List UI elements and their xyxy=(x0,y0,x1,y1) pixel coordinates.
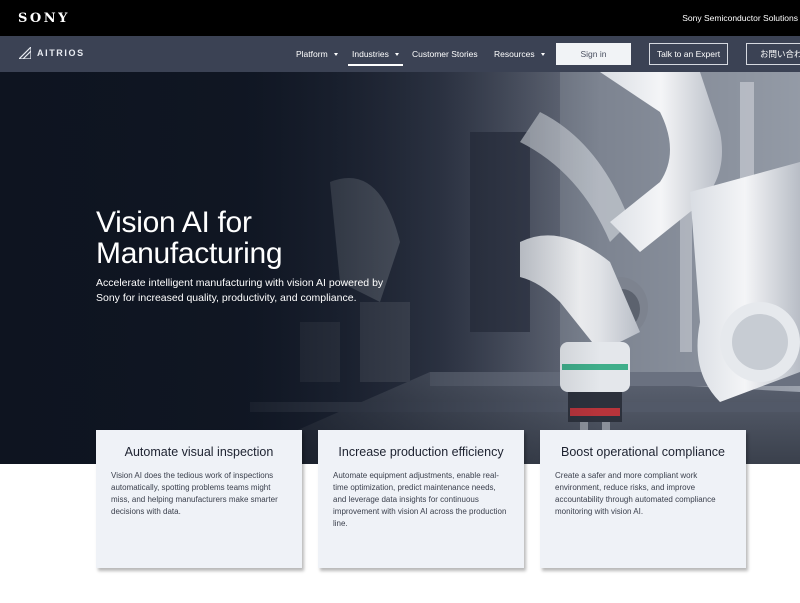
nav-resources[interactable]: Resources xyxy=(494,36,545,72)
chevron-down-icon xyxy=(333,53,338,56)
card-title: Increase production efficiency xyxy=(338,445,504,459)
talk-to-expert-button[interactable]: Talk to an Expert xyxy=(649,43,728,65)
card-title: Boost operational compliance xyxy=(561,445,725,459)
aitrios-brand[interactable]: AITRIOS xyxy=(19,47,85,59)
chevron-down-icon xyxy=(540,53,545,56)
card-body: Create a safer and more compliant work e… xyxy=(555,471,716,516)
feature-card-production-efficiency: Increase production efficiency Automate … xyxy=(318,430,524,568)
chevron-down-icon xyxy=(394,53,399,56)
nav-industries-label: Industries xyxy=(352,49,389,59)
contact-button[interactable]: お問い合わせ xyxy=(746,43,800,65)
card-title: Automate visual inspection xyxy=(124,445,274,459)
feature-card-visual-inspection: Automate visual inspection Vision AI doe… xyxy=(96,430,302,568)
nav-platform[interactable]: Platform xyxy=(296,36,338,72)
sign-in-button[interactable]: Sign in xyxy=(556,43,631,65)
card-body: Vision AI does the tedious work of inspe… xyxy=(111,471,278,516)
nav-customer-stories-label: Customer Stories xyxy=(412,49,478,59)
sony-semiconductor-link[interactable]: Sony Semiconductor Solutions xyxy=(682,13,798,23)
aitrios-logo-icon xyxy=(19,47,31,59)
card-body: Automate equipment adjustments, enable r… xyxy=(333,471,507,528)
nav-resources-label: Resources xyxy=(494,49,535,59)
hero-section: Vision AI for Manufacturing Accelerate i… xyxy=(0,72,800,464)
feature-card-operational-compliance: Boost operational compliance Create a sa… xyxy=(540,430,746,568)
hero-title: Vision AI for Manufacturing xyxy=(96,207,396,269)
brand-name: AITRIOS xyxy=(37,48,85,58)
nav-customer-stories[interactable]: Customer Stories xyxy=(412,36,478,72)
hero-title-line1: Vision AI for xyxy=(96,206,252,239)
sony-logo[interactable]: SONY xyxy=(18,11,70,26)
hero-title-line2: Manufacturing xyxy=(96,237,283,270)
nav-industries[interactable]: Industries xyxy=(348,36,403,72)
nav-platform-label: Platform xyxy=(296,49,328,59)
hero-subtitle: Accelerate intelligent manufacturing wit… xyxy=(96,277,384,304)
sony-top-bar: SONY Sony Semiconductor Solutions xyxy=(0,0,800,36)
